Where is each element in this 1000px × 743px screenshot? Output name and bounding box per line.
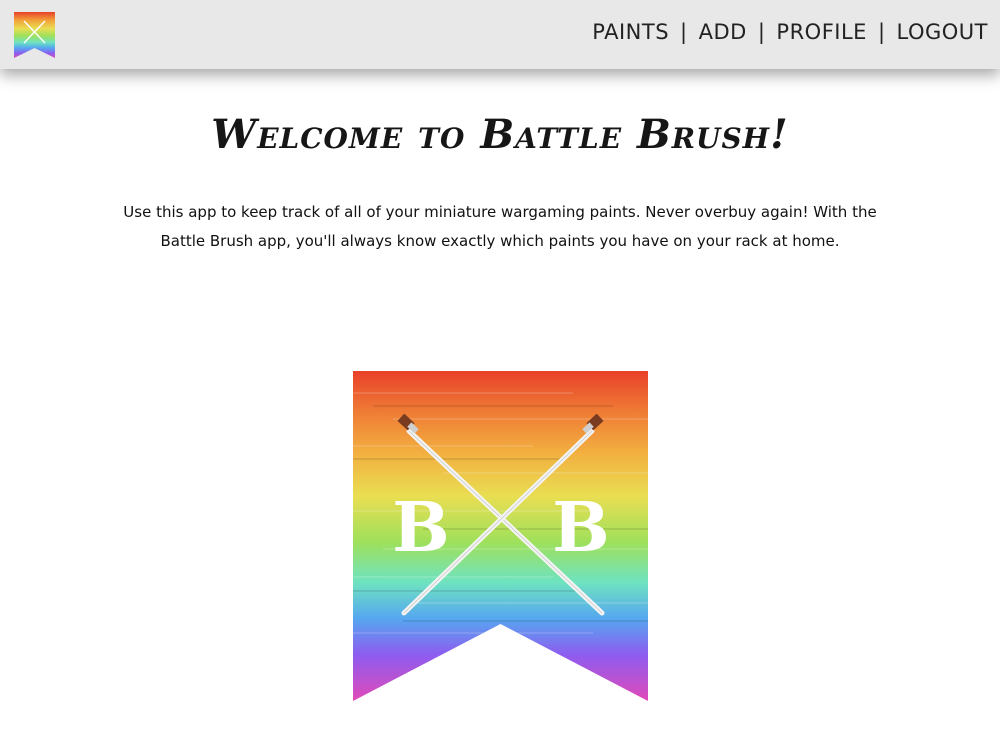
top-navbar: PAINTS | ADD | PROFILE | LOGOUT [0,0,1000,69]
nav-link-paints[interactable]: PAINTS [592,20,669,44]
nav-link-profile[interactable]: PROFILE [776,20,867,44]
nav-separator: | [680,20,688,44]
intro-description: Use this app to keep track of all of you… [123,203,877,250]
nav-link-logout[interactable]: LOGOUT [897,20,988,44]
battle-brush-banner-icon: B B [353,371,648,701]
nav-link-add[interactable]: ADD [699,20,747,44]
nav-separator: | [877,20,886,44]
main-content: Welcome to Battle Brush! Use this app to… [0,69,1000,743]
page-title: Welcome to Battle Brush! [211,111,789,158]
nav-links: PAINTS | ADD | PROFILE | LOGOUT [592,20,988,44]
nav-separator: | [757,20,766,44]
banner-letter-right: B [552,488,609,568]
battle-brush-logo-icon[interactable] [14,12,55,58]
banner-letter-left: B [392,488,449,568]
